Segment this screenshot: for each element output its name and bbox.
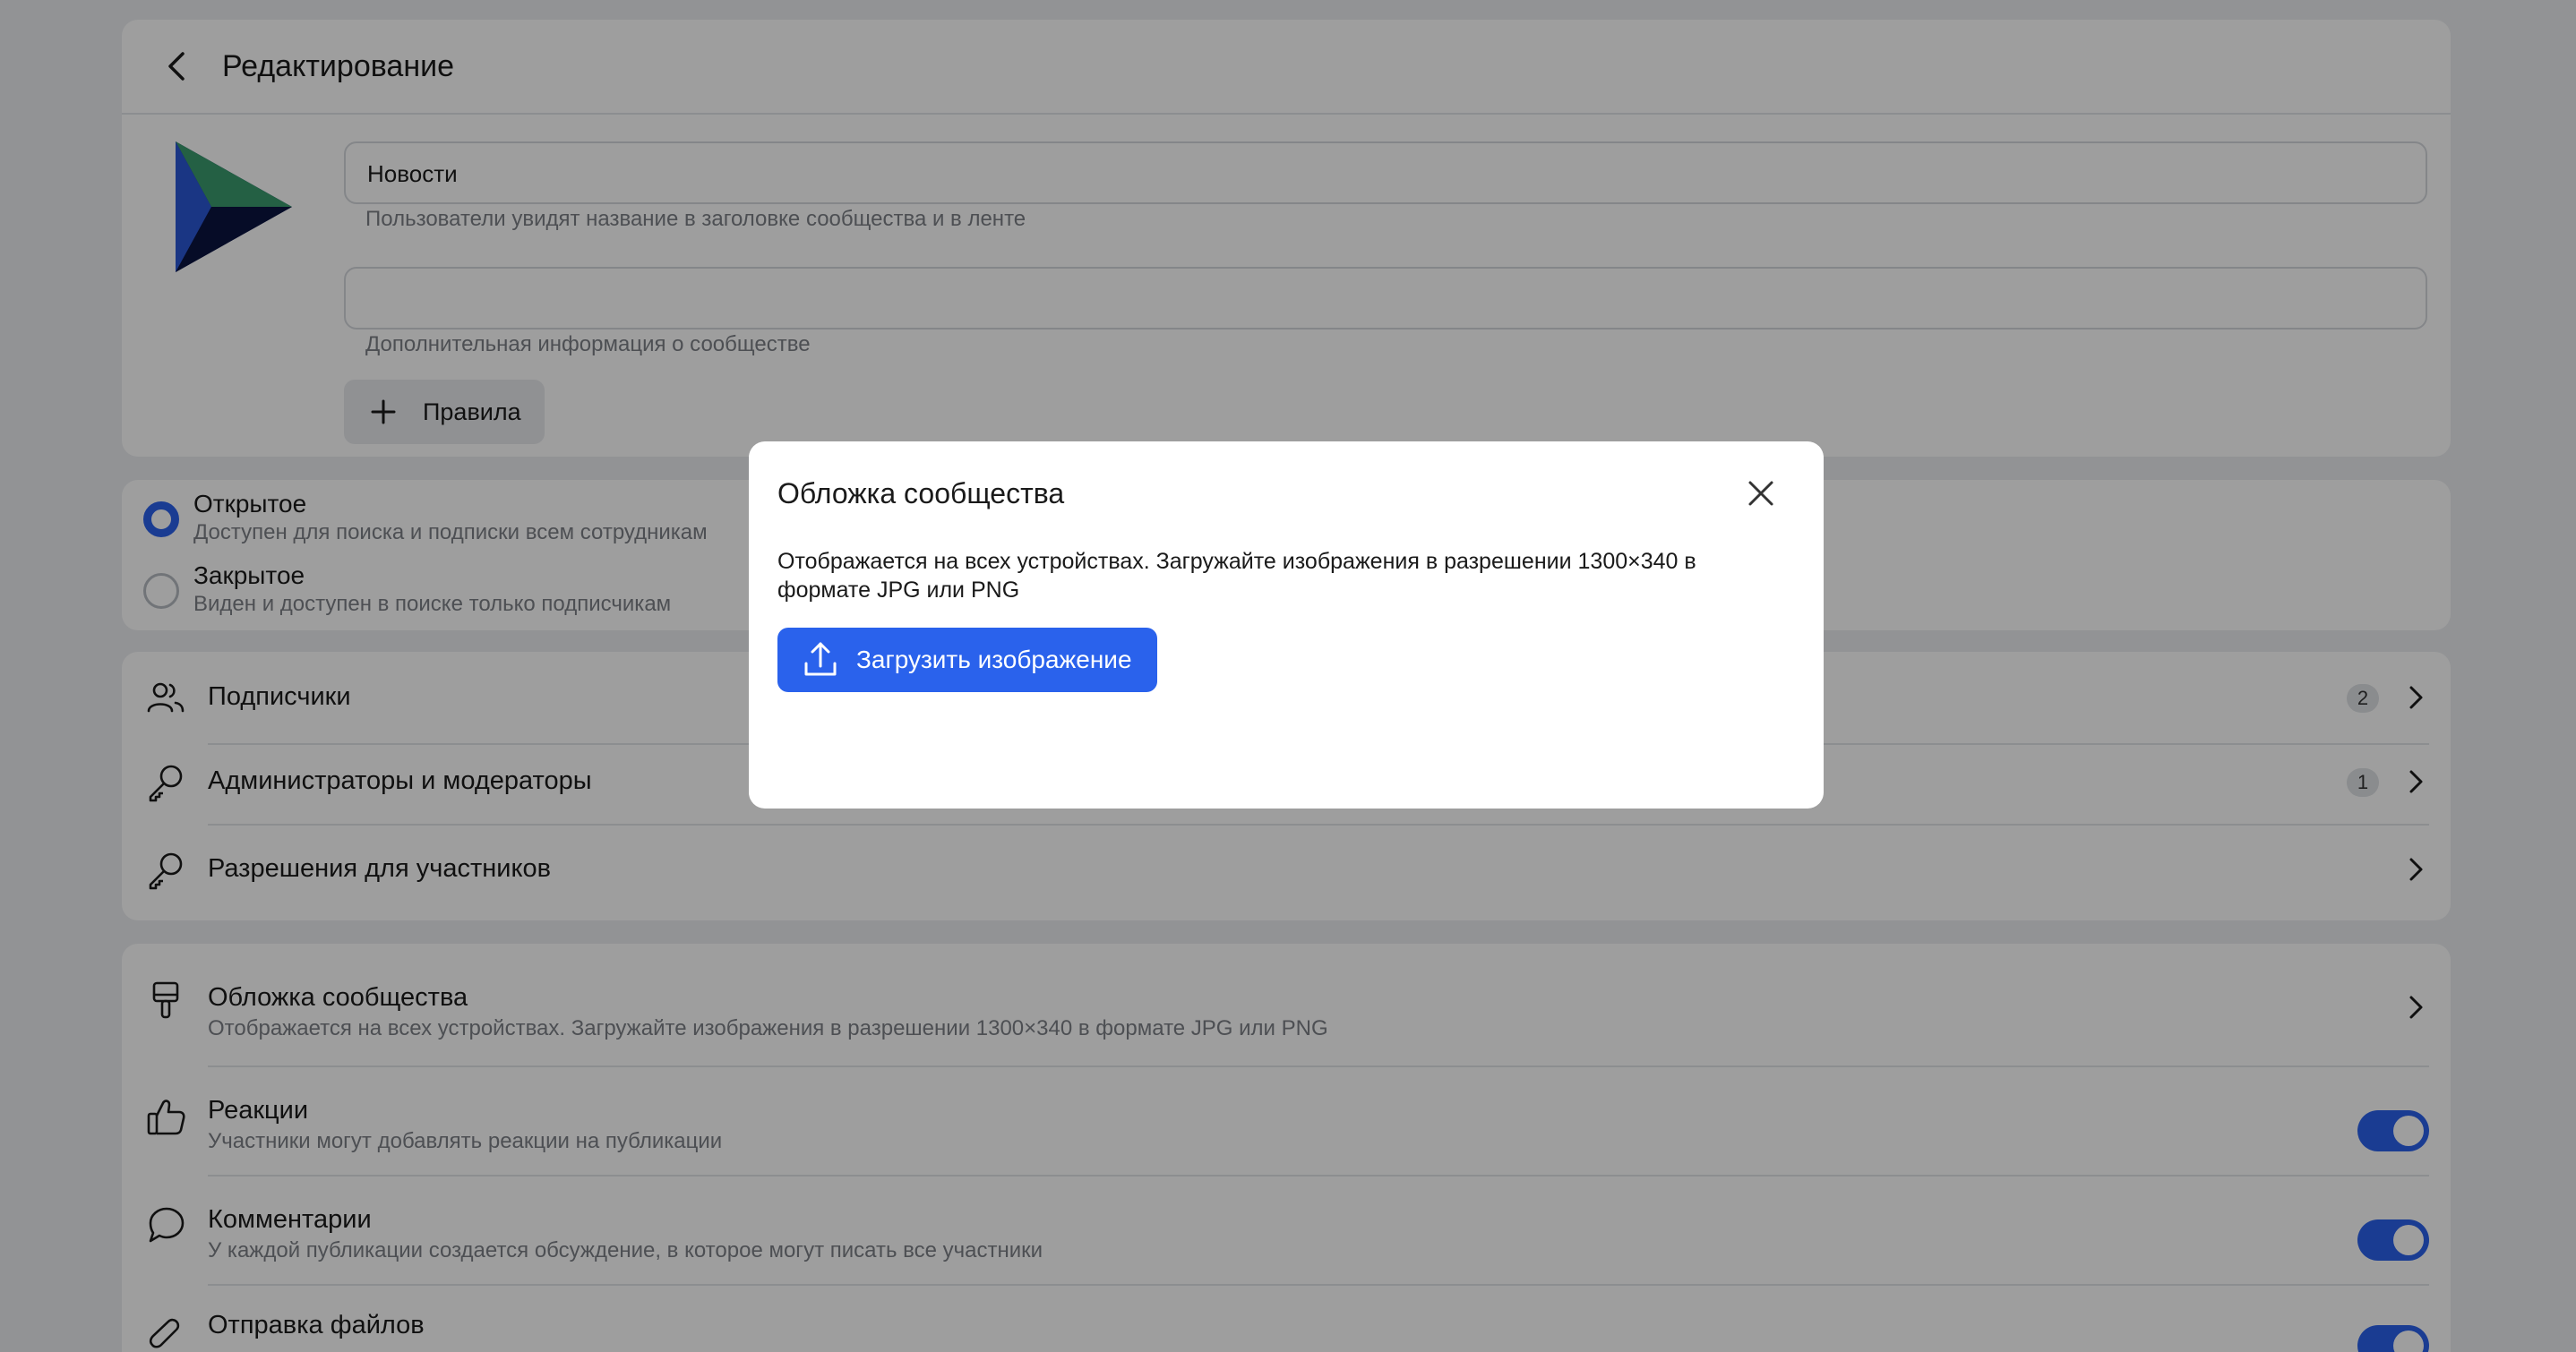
- cover-upload-dialog: Обложка сообщества Отображается на всех …: [749, 441, 1824, 809]
- upload-image-button[interactable]: Загрузить изображение: [777, 628, 1157, 692]
- dialog-description: Отображается на всех устройствах. Загруж…: [777, 549, 1696, 603]
- close-icon[interactable]: [1743, 475, 1779, 511]
- dialog-title: Обложка сообщества: [777, 477, 1065, 509]
- upload-icon: [804, 642, 837, 676]
- upload-image-label: Загрузить изображение: [856, 646, 1132, 673]
- page: Редактирование Новости Пользователи увид…: [0, 0, 2576, 1352]
